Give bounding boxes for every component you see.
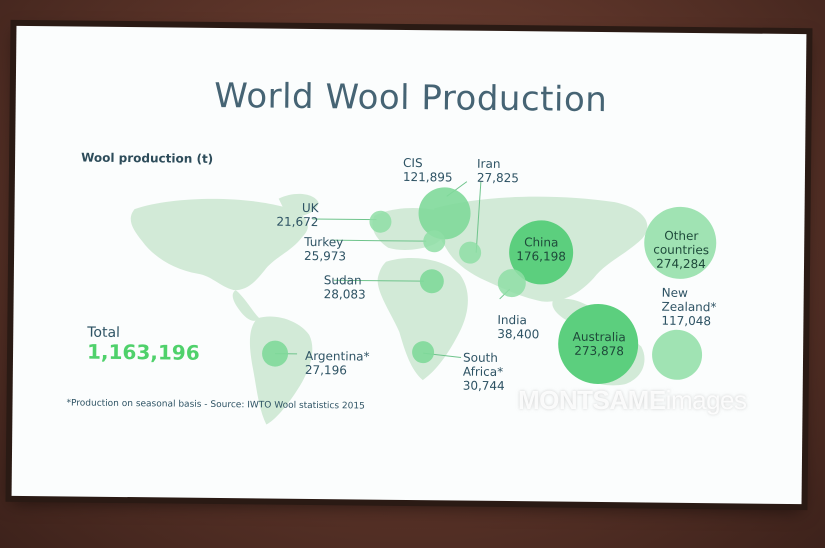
total-value: 1,163,196 [86,339,200,365]
label-new-zealand: New Zealand* 117,048 [661,285,717,329]
label-australia: Australia 273,878 [572,329,626,359]
label-south-africa: South Africa* 30,744 [462,350,505,394]
label-other-countries: Other countries 274,284 [653,228,710,272]
label-argentina: Argentina* 27,196 [304,348,370,378]
watermark-logo: MONTSAMEimages [518,385,747,415]
label-china: China 176,198 [516,235,566,264]
label-uk: UK 21,672 [276,200,319,230]
total-label: Total [87,324,121,341]
label-india: India 38,400 [497,312,540,342]
central-america [232,290,260,321]
projector-screen: World Wool Production Wool production (t… [11,25,807,505]
label-cis: CIS 121,895 [402,155,453,185]
label-sudan: Sudan 28,083 [323,273,366,302]
label-iran: Iran 27,825 [476,156,519,186]
bubble-nz [652,329,703,380]
label-turkey: Turkey 25,973 [304,234,347,264]
